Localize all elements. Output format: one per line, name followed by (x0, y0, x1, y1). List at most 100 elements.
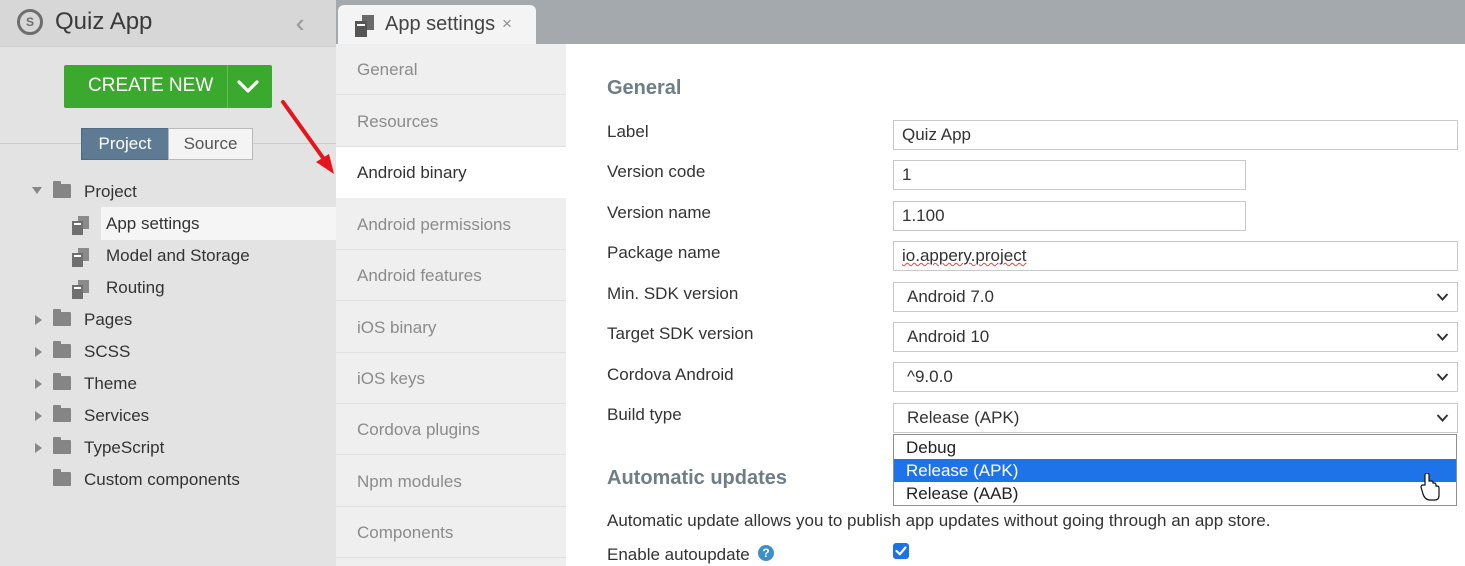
nav-item-components[interactable]: Components (336, 507, 566, 558)
tree-item-typescript[interactable]: TypeScript (0, 432, 336, 464)
tree-item-label: TypeScript (84, 438, 165, 457)
source-toggle-button[interactable]: Source (168, 128, 253, 160)
project-sidebar: S Quiz App ‹‹ CREATE NEW Project Source … (0, 0, 336, 566)
version-name-input[interactable]: 1.100 (893, 201, 1246, 231)
cordova-android-select[interactable]: ^9.0.0 (893, 362, 1458, 392)
settings-file-icon (72, 216, 89, 235)
annotation-arrow-icon (281, 100, 334, 174)
build-type-label: Build type (607, 405, 682, 424)
tree-item-label: Model and Storage (106, 246, 250, 265)
build-type-option-debug[interactable]: Debug (894, 436, 1456, 459)
nav-item-label: iOS binary (357, 318, 437, 337)
build-type-value: Release (APK) (907, 408, 1020, 427)
version-code-label: Version code (607, 162, 706, 181)
app-header: S Quiz App ‹‹ (0, 0, 336, 46)
nav-item-android-features[interactable]: Android features (336, 250, 566, 301)
version-name-label: Version name (607, 203, 711, 222)
tree-item-model-and-storage[interactable]: Model and Storage (0, 240, 336, 272)
autoupdate-description: Automatic update allows you to publish a… (607, 511, 1271, 530)
target-sdk-select[interactable]: Android 10 (893, 322, 1458, 352)
tree-item-label: SCSS (84, 342, 131, 361)
project-toggle-button[interactable]: Project (81, 128, 169, 160)
file-icon (72, 248, 89, 267)
label-input[interactable]: Quiz App (893, 120, 1458, 150)
nav-item-android-binary[interactable]: Android binary (336, 147, 566, 198)
cordova-android-label: Cordova Android (607, 365, 734, 384)
tree-item-services[interactable]: Services (0, 400, 336, 432)
enable-autoupdate-label: Enable autoupdate (607, 545, 750, 564)
folder-icon (53, 437, 71, 454)
min-sdk-select[interactable]: Android 7.0 (893, 282, 1458, 312)
tree-item-label: Project (84, 182, 137, 201)
create-new-button[interactable]: CREATE NEW (64, 65, 272, 108)
tree-item-label: Pages (84, 310, 133, 329)
build-type-option-release-aab[interactable]: Release (AAB) (894, 482, 1456, 505)
nav-item-label: iOS keys (357, 369, 426, 388)
build-type-dropdown: Debug Release (APK) Release (AAB) (893, 434, 1457, 506)
tree-item-routing[interactable]: Routing (0, 272, 336, 304)
nav-item-cordova-plugins[interactable]: Cordova plugins (336, 404, 566, 455)
build-type-option-release-apk[interactable]: Release (APK) (894, 459, 1456, 482)
target-sdk-value: Android 10 (907, 327, 990, 346)
mouse-cursor-icon (1420, 473, 1440, 501)
close-icon[interactable]: × (502, 14, 512, 34)
folder-icon (53, 181, 71, 198)
folder-icon (53, 341, 71, 358)
expand-arrow-icon[interactable] (35, 411, 42, 421)
app-title: Quiz App (55, 8, 153, 35)
nav-item-label: Npm modules (357, 472, 462, 491)
nav-item-label: General (357, 60, 418, 79)
nav-item-label: Resources (357, 112, 439, 131)
chevron-down-icon[interactable] (234, 73, 262, 99)
cordova-android-value: ^9.0.0 (907, 367, 953, 386)
automatic-updates-title: Automatic updates (607, 467, 788, 489)
settings-file-icon (355, 15, 374, 37)
expand-arrow-icon[interactable] (35, 315, 42, 325)
nav-item-label: Android features (357, 266, 482, 285)
nav-item-general[interactable]: General (336, 44, 566, 95)
create-new-divider (227, 65, 228, 108)
nav-item-npm-modules[interactable]: Npm modules (336, 456, 566, 507)
nav-item-android-permissions[interactable]: Android permissions (336, 199, 566, 250)
tree-item-custom-components[interactable]: Custom components (0, 464, 336, 496)
tree-item-project[interactable]: Project (0, 176, 336, 208)
version-code-input[interactable]: 1 (893, 160, 1246, 190)
expand-arrow-icon[interactable] (35, 347, 42, 357)
chevron-down-icon (1436, 333, 1449, 341)
tree-item-label: Routing (106, 278, 165, 297)
min-sdk-value: Android 7.0 (907, 287, 994, 306)
chevron-down-icon (1436, 293, 1449, 301)
folder-icon (53, 405, 71, 422)
nav-item-resources[interactable]: Resources (336, 96, 566, 147)
package-name-label: Package name (607, 243, 721, 262)
nav-item-ios-binary[interactable]: iOS binary (336, 302, 566, 353)
chevron-down-icon (1436, 373, 1449, 381)
create-new-label: CREATE NEW (88, 75, 214, 96)
nav-item-label: Components (357, 523, 454, 542)
tree-item-theme[interactable]: Theme (0, 368, 336, 400)
tree-item-label: Services (84, 406, 150, 425)
header-divider (0, 46, 336, 47)
package-name-value: io.appery.project (902, 246, 1027, 265)
tree-item-pages[interactable]: Pages (0, 304, 336, 336)
tab-label: App settings (385, 13, 496, 35)
expand-arrow-icon[interactable] (32, 187, 42, 194)
help-icon[interactable]: ? (758, 545, 774, 561)
expand-arrow-icon[interactable] (35, 443, 42, 453)
checkmark-icon (895, 546, 907, 556)
file-icon (72, 280, 89, 299)
package-name-input[interactable]: io.appery.project (893, 241, 1458, 271)
tree-item-label: Custom components (84, 470, 240, 489)
nav-item-label: Android binary (357, 163, 467, 182)
enable-autoupdate-checkbox[interactable] (893, 543, 909, 559)
tab-app-settings[interactable]: App settings × (338, 5, 536, 44)
tree-item-app-settings[interactable]: App settings (0, 208, 336, 240)
chevron-down-icon (1436, 414, 1449, 422)
nav-item-ios-keys[interactable]: iOS keys (336, 353, 566, 404)
expand-arrow-icon[interactable] (35, 379, 42, 389)
label-field-label: Label (607, 122, 649, 141)
tree-item-label: Theme (84, 374, 137, 393)
build-type-select[interactable]: Release (APK) (893, 403, 1458, 433)
min-sdk-label: Min. SDK version (607, 284, 739, 303)
tree-item-scss[interactable]: SCSS (0, 336, 336, 368)
